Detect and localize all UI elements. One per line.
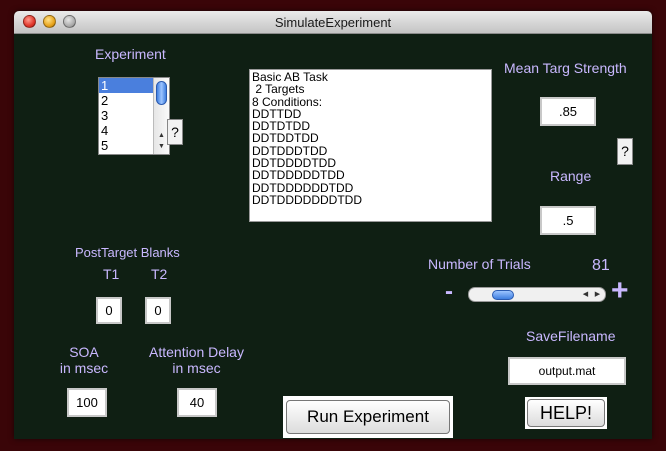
mean-target-strength-field[interactable]: .85: [540, 97, 596, 126]
range-help-button[interactable]: ?: [617, 138, 633, 165]
soa-label: SOA: [69, 344, 99, 360]
experiment-help-button[interactable]: ?: [167, 119, 183, 145]
run-experiment-button[interactable]: Run Experiment: [286, 400, 450, 434]
experiment-listbox[interactable]: 1 2 3 4 5 ▲ ▼: [98, 77, 170, 155]
post-target-blanks-label: PostTarget Blanks: [75, 245, 180, 260]
experiment-scroll-thumb[interactable]: [156, 81, 167, 105]
attention-delay-label: Attention Delay: [149, 344, 244, 360]
description-line: DDTDDTDD: [252, 131, 319, 146]
slider-right-arrow-icon[interactable]: ▶: [591, 288, 604, 301]
mean-target-strength-label: Mean Targ Strength: [504, 60, 627, 76]
experiment-description-panel: Basic AB Task 2 Targets 8 Conditions: DD…: [249, 69, 492, 222]
soa-field[interactable]: 100: [67, 388, 107, 417]
save-filename-field[interactable]: output.mat: [508, 357, 626, 385]
description-line: DDTDDDDDTDD: [252, 168, 345, 183]
t2-label: T2: [151, 266, 168, 282]
window-title: SimulateExperiment: [274, 15, 392, 30]
title-bar: SimulateExperiment: [14, 11, 652, 34]
slider-thumb[interactable]: [491, 290, 514, 300]
simulate-experiment-window: SimulateExperiment Experiment 1 2 3 4 5 …: [14, 11, 652, 439]
help-button[interactable]: HELP!: [527, 399, 605, 427]
soa-unit-label: in msec: [59, 360, 109, 376]
range-field[interactable]: .5: [540, 206, 596, 235]
experiment-label: Experiment: [95, 46, 166, 62]
number-of-trials-value: 81: [592, 257, 610, 274]
main-panel: Experiment 1 2 3 4 5 ▲ ▼ ? Basic AB Task…: [14, 33, 652, 439]
range-label: Range: [550, 168, 592, 184]
number-of-trials-slider[interactable]: ◀ ▶: [468, 287, 606, 302]
decrement-trials-button[interactable]: -: [445, 278, 453, 306]
attention-delay-field[interactable]: 40: [177, 388, 217, 417]
number-of-trials-label: Number of Trials: [428, 256, 531, 272]
description-line: DDTDDDDDDDTDD: [252, 192, 362, 207]
increment-trials-button[interactable]: +: [611, 276, 629, 306]
t1-label: T1: [103, 266, 120, 282]
save-filename-label: SaveFilename: [526, 328, 616, 344]
description-line: 2 Targets: [252, 82, 305, 97]
attention-delay-unit-label: in msec: [172, 360, 221, 376]
t2-blanks-field[interactable]: 0: [145, 297, 171, 324]
t1-blanks-field[interactable]: 0: [96, 297, 122, 324]
